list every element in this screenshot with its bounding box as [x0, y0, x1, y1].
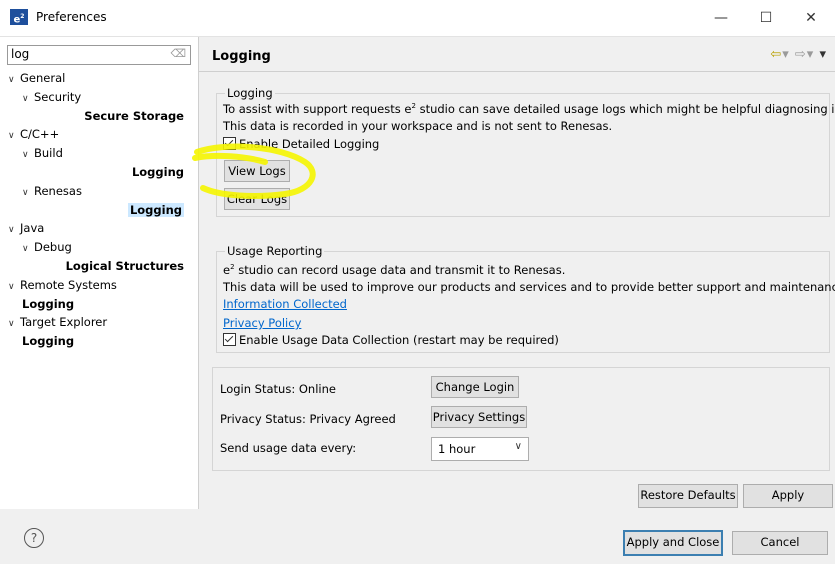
usage-line1: e2 studio can record usage data and tran… [223, 263, 566, 277]
apply-button[interactable]: Apply [743, 484, 833, 508]
tree-item-label: Remote Systems [20, 277, 117, 292]
apply-and-close-button[interactable]: Apply and Close [623, 530, 723, 556]
checkbox-icon[interactable] [223, 333, 236, 346]
chevron-down-icon[interactable]: ∨ [8, 75, 20, 85]
minimize-button[interactable]: — [701, 6, 741, 30]
tree-item[interactable]: ∨ Renesas [22, 184, 82, 198]
enable-usage-collection-checkbox[interactable]: Enable Usage Data Collection (restart ma… [223, 333, 559, 347]
tree-item[interactable]: ∨ Target Explorer [8, 315, 107, 329]
chevron-down-icon[interactable]: ∨ [8, 131, 20, 141]
chevron-down-icon[interactable]: ∨ [8, 319, 20, 329]
close-button[interactable]: ✕ [791, 6, 831, 30]
privacy-policy-link[interactable]: Privacy Policy [223, 316, 301, 330]
usage-line2: This data will be used to improve our pr… [223, 280, 835, 294]
tree-item-label: Logical Structures [65, 259, 184, 273]
tree-item-label: Logging [127, 202, 184, 217]
window-title: Preferences [36, 10, 107, 24]
tree-item[interactable]: Logging [22, 334, 74, 348]
back-arrow-icon[interactable]: ⇦ [770, 47, 782, 62]
tree-item-label: Logging [22, 296, 75, 311]
chevron-down-icon[interactable]: ∨ [8, 282, 20, 292]
tree-item[interactable]: ∨ Remote Systems [8, 278, 117, 292]
send-usage-label: Send usage data every: [220, 441, 357, 455]
forward-arrow-icon[interactable]: ⇨ [795, 47, 807, 62]
tree-item-label: Renesas [34, 183, 82, 198]
logging-description-line2: This data is recorded in your workspace … [223, 119, 613, 133]
chevron-down-icon[interactable]: ∨ [22, 150, 34, 160]
privacy-status: Privacy Status: Privacy Agreed [220, 412, 396, 426]
page-header: Logging ⇦▾ ⇨▾ ▾ [199, 37, 835, 72]
tree-item-label: Secure Storage [84, 108, 184, 123]
tree-item[interactable]: Logical Structures [0, 259, 184, 273]
chevron-down-icon[interactable]: ∨ [22, 94, 34, 104]
cancel-button[interactable]: Cancel [732, 531, 828, 555]
change-login-button[interactable]: Change Login [431, 376, 519, 398]
tree-item[interactable]: ∨ C/C++ [8, 127, 59, 141]
tree-item-label: Debug [34, 240, 72, 255]
help-icon[interactable]: ? [24, 528, 44, 548]
chevron-down-icon[interactable]: ∨ [22, 244, 34, 254]
forward-menu-icon[interactable]: ▾ [807, 47, 815, 62]
back-menu-icon[interactable]: ▾ [782, 47, 790, 62]
chevron-down-icon[interactable]: ∨ [8, 225, 20, 235]
clear-filter-icon[interactable]: ⌫ [170, 47, 186, 60]
tree-item[interactable]: Logging [0, 202, 184, 217]
tree-item[interactable]: Logging [0, 165, 184, 179]
title-bar: e2 Preferences — ☐ ✕ [0, 0, 835, 37]
tree-item[interactable]: ∨ General [8, 71, 65, 85]
tree-item-label: Logging [131, 165, 184, 179]
tree-item[interactable]: ∨ Security [22, 90, 81, 104]
app-icon: e2 [10, 9, 28, 25]
send-interval-value: 1 hour [438, 442, 476, 456]
tree-item[interactable]: Logging [22, 297, 74, 311]
tree-item-label: General [20, 71, 66, 85]
chevron-down-icon: ∨ [514, 441, 522, 452]
view-menu-icon[interactable]: ▾ [819, 47, 827, 62]
usage-reporting-legend: Usage Reporting [225, 244, 325, 258]
tree-item[interactable]: ∨ Debug [22, 240, 72, 254]
tree-item-label: Build [34, 146, 63, 161]
tree-item-label: Target Explorer [20, 315, 108, 330]
send-interval-select[interactable]: 1 hour ∨ [431, 437, 529, 461]
login-status: Login Status: Online [220, 382, 336, 396]
chevron-down-icon[interactable]: ∨ [22, 188, 34, 198]
view-logs-button[interactable]: View Logs [224, 160, 290, 182]
tree-item[interactable]: Secure Storage [0, 109, 184, 123]
maximize-button[interactable]: ☐ [746, 6, 786, 30]
page-title: Logging [212, 49, 271, 64]
logging-description: To assist with support requests e2 studi… [223, 102, 835, 116]
tree-item-label: Logging [22, 334, 75, 349]
filter-input[interactable] [8, 46, 164, 62]
tree-item-label: C/C++ [20, 127, 60, 142]
information-collected-link[interactable]: Information Collected [223, 297, 347, 311]
navigation-controls: ⇦▾ ⇨▾ ▾ [770, 47, 827, 62]
tree-item[interactable]: ∨ Java [8, 221, 44, 235]
restore-defaults-button[interactable]: Restore Defaults [638, 484, 738, 508]
clear-logs-button[interactable]: Clear Logs [224, 188, 290, 210]
privacy-settings-button[interactable]: Privacy Settings [431, 406, 527, 428]
preference-tree-panel: ⌫ ∨General∨SecuritySecure Storage∨C/C++∨… [0, 37, 199, 509]
tree-item[interactable]: ∨ Build [22, 146, 63, 160]
logging-group-legend: Logging [225, 86, 275, 100]
enable-detailed-logging-checkbox[interactable]: Enable Detailed Logging [223, 137, 379, 151]
filter-field[interactable]: ⌫ [7, 45, 191, 65]
tree-item-label: Security [34, 89, 82, 104]
checkbox-icon[interactable] [223, 137, 236, 150]
tree-item-label: Java [20, 221, 45, 236]
